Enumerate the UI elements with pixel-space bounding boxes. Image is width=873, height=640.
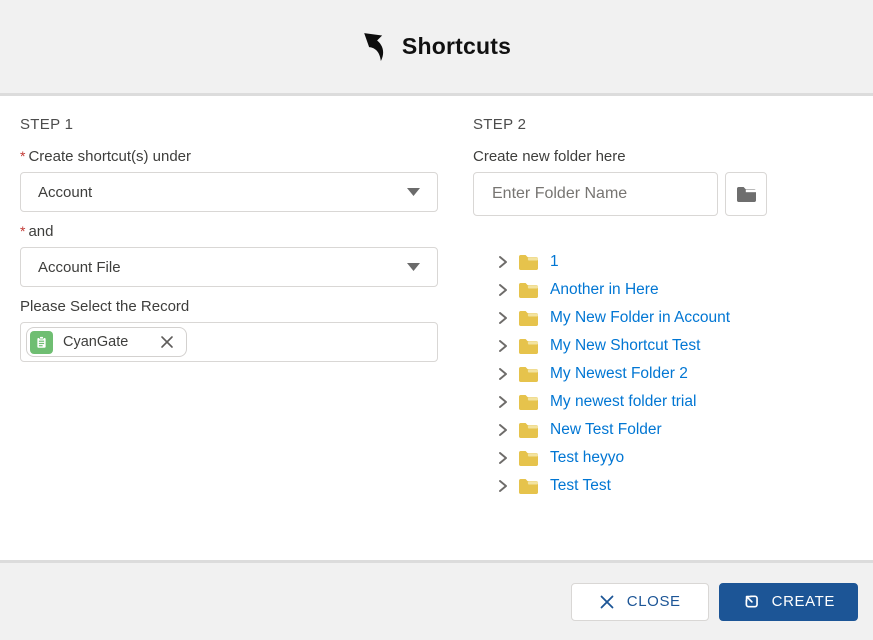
record-label: Please Select the Record (20, 298, 438, 315)
folder-tree-item[interactable]: Another in Here (497, 276, 853, 304)
folder-link[interactable]: New Test Folder (550, 421, 662, 439)
remove-record-icon[interactable] (160, 335, 174, 349)
folder-icon (518, 254, 539, 271)
required-asterisk: * (20, 148, 25, 165)
create-under-label: * Create shortcut(s) under (20, 148, 438, 165)
chevron-right-icon[interactable] (497, 368, 509, 380)
folder-link[interactable]: My New Shortcut Test (550, 337, 700, 355)
close-icon (599, 594, 615, 610)
chevron-down-icon (407, 263, 420, 271)
folder-icon (518, 310, 539, 327)
folder-link[interactable]: My Newest Folder 2 (550, 365, 688, 383)
chevron-right-icon[interactable] (497, 312, 509, 324)
folder-tree-item[interactable]: New Test Folder (497, 416, 853, 444)
record-pill[interactable]: CyanGate (26, 327, 187, 357)
object-select[interactable]: Account (20, 172, 438, 212)
shortcut-arrow-icon (362, 32, 389, 61)
chevron-down-icon (407, 188, 420, 196)
folder-icon (518, 338, 539, 355)
object-select-value: Account (38, 184, 92, 201)
step2-title: STEP 2 (473, 116, 853, 133)
record-icon (30, 331, 53, 354)
chevron-right-icon[interactable] (497, 424, 509, 436)
folder-icon (518, 394, 539, 411)
folder-link[interactable]: Test heyyo (550, 449, 624, 467)
chevron-right-icon[interactable] (497, 256, 509, 268)
step1-section: STEP 1 * Create shortcut(s) under Accoun… (20, 116, 438, 362)
create-shortcut-icon (742, 592, 761, 611)
folder-link[interactable]: My newest folder trial (550, 393, 696, 411)
chevron-right-icon[interactable] (497, 452, 509, 464)
folder-tree-item[interactable]: My newest folder trial (497, 388, 853, 416)
folder-icon (518, 422, 539, 439)
dialog-header: Shortcuts (0, 0, 873, 96)
add-folder-button[interactable] (725, 172, 767, 216)
create-button[interactable]: CREATE (719, 583, 858, 621)
folder-tree-item[interactable]: Test heyyo (497, 444, 853, 472)
chevron-right-icon[interactable] (497, 480, 509, 492)
step2-section: STEP 2 Create new folder here (473, 116, 853, 500)
file-type-select[interactable]: Account File (20, 247, 438, 287)
folder-link[interactable]: Another in Here (550, 281, 659, 299)
folder-icon (518, 366, 539, 383)
folder-link[interactable]: Test Test (550, 477, 611, 495)
folder-name-input[interactable] (473, 172, 718, 216)
folder-icon (518, 282, 539, 299)
dialog-footer: CLOSE CREATE (0, 560, 873, 640)
folder-tree-item[interactable]: 1 (497, 248, 853, 276)
folder-tree-item[interactable]: My New Folder in Account (497, 304, 853, 332)
folder-icon (518, 478, 539, 495)
chevron-right-icon[interactable] (497, 340, 509, 352)
create-folder-label: Create new folder here (473, 148, 853, 165)
chevron-right-icon[interactable] (497, 284, 509, 296)
step1-title: STEP 1 (20, 116, 438, 133)
close-button[interactable]: CLOSE (571, 583, 709, 621)
folder-input-row (473, 172, 853, 216)
folder-link[interactable]: My New Folder in Account (550, 309, 730, 327)
dialog-body: STEP 1 * Create shortcut(s) under Accoun… (0, 96, 873, 560)
record-pill-name: CyanGate (63, 334, 128, 350)
file-type-select-value: Account File (38, 259, 121, 276)
folder-icon (736, 186, 757, 203)
record-lookup-field[interactable]: CyanGate (20, 322, 438, 362)
required-asterisk: * (20, 223, 25, 240)
folder-tree-item[interactable]: My New Shortcut Test (497, 332, 853, 360)
folder-tree-item[interactable]: Test Test (497, 472, 853, 500)
and-label: * and (20, 223, 438, 240)
folder-tree-item[interactable]: My Newest Folder 2 (497, 360, 853, 388)
dialog-title: Shortcuts (402, 33, 511, 60)
folder-icon (518, 450, 539, 467)
chevron-right-icon[interactable] (497, 396, 509, 408)
folder-tree: 1 Another in Here (473, 248, 853, 500)
shortcuts-dialog: Shortcuts STEP 1 * Create shortcut(s) un… (0, 0, 873, 640)
folder-link[interactable]: 1 (550, 253, 559, 271)
